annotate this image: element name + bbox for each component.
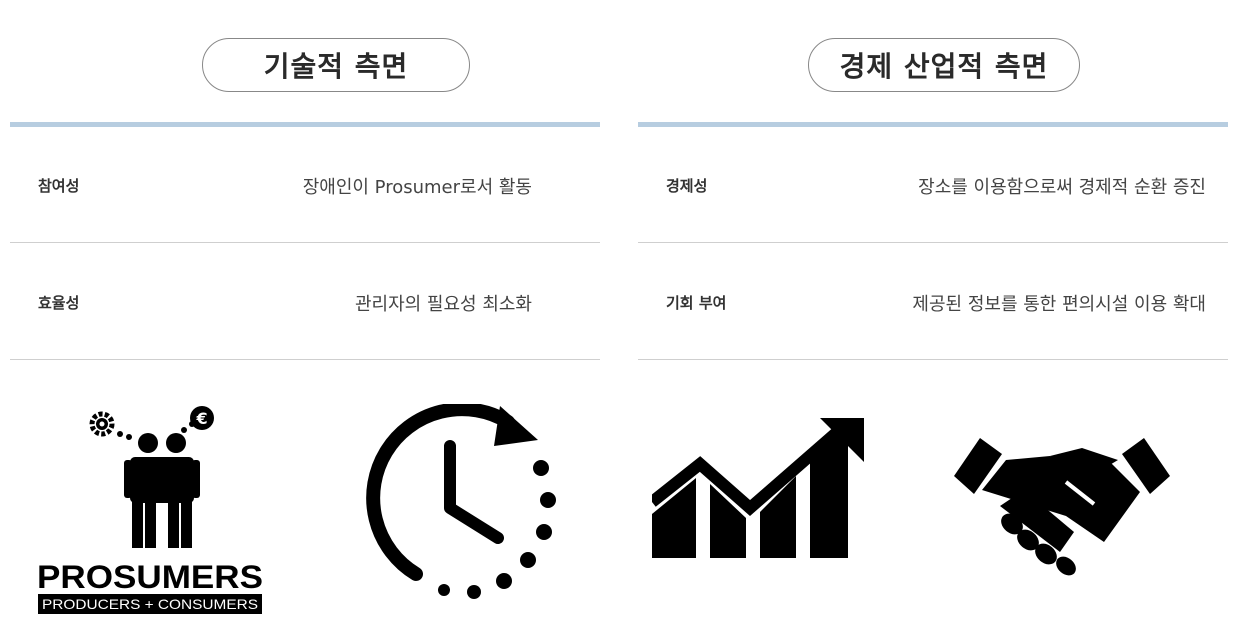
prosumers-icon: € PROSUMERS PRODUCERS + CONSUMERS (37, 406, 263, 614)
economic-industrial-aspect-section: 경제 산업적 측면 경제성 장소를 이용함으로써 경제적 순환 증진 기회 부여… (638, 0, 1228, 642)
row-description: 장애인이 Prosumer로서 활동 (302, 177, 532, 198)
row-description: 장소를 이용함으로써 경제적 순환 증진 (918, 177, 1206, 198)
prosumers-subtitle: PRODUCERS + CONSUMERS (42, 596, 258, 612)
economic-aspect-heading: 경제 산업적 측면 (808, 38, 1080, 92)
technical-aspect-section: 기술적 측면 참여성 장애인이 Prosumer로서 활동 효율성 관리자의 필… (10, 0, 600, 642)
svg-text:€: € (195, 409, 207, 428)
table-row: 참여성 장애인이 Prosumer로서 활동 (10, 127, 600, 243)
row-label: 경제성 (666, 177, 708, 195)
table-row: 경제성 장소를 이용함으로써 경제적 순환 증진 (638, 127, 1228, 243)
table-row: 기회 부여 제공된 정보를 통한 편의시설 이용 확대 (638, 244, 1228, 360)
table-row: 효율성 관리자의 필요성 최소화 (10, 244, 600, 360)
gear-icon (89, 411, 115, 437)
row-label: 참여성 (38, 177, 80, 195)
technical-aspect-heading: 기술적 측면 (202, 38, 470, 92)
row-description: 관리자의 필요성 최소화 (354, 294, 532, 315)
row-description: 제공된 정보를 통한 편의시설 이용 확대 (912, 294, 1206, 315)
growth-chart-icon (652, 418, 864, 558)
clock-refresh-icon (366, 404, 556, 599)
euro-icon: € (190, 406, 214, 430)
row-label: 기회 부여 (666, 294, 727, 312)
handshake-icon (954, 438, 1170, 576)
prosumers-title: PROSUMERS (37, 559, 263, 595)
row-label: 효율성 (38, 294, 80, 312)
